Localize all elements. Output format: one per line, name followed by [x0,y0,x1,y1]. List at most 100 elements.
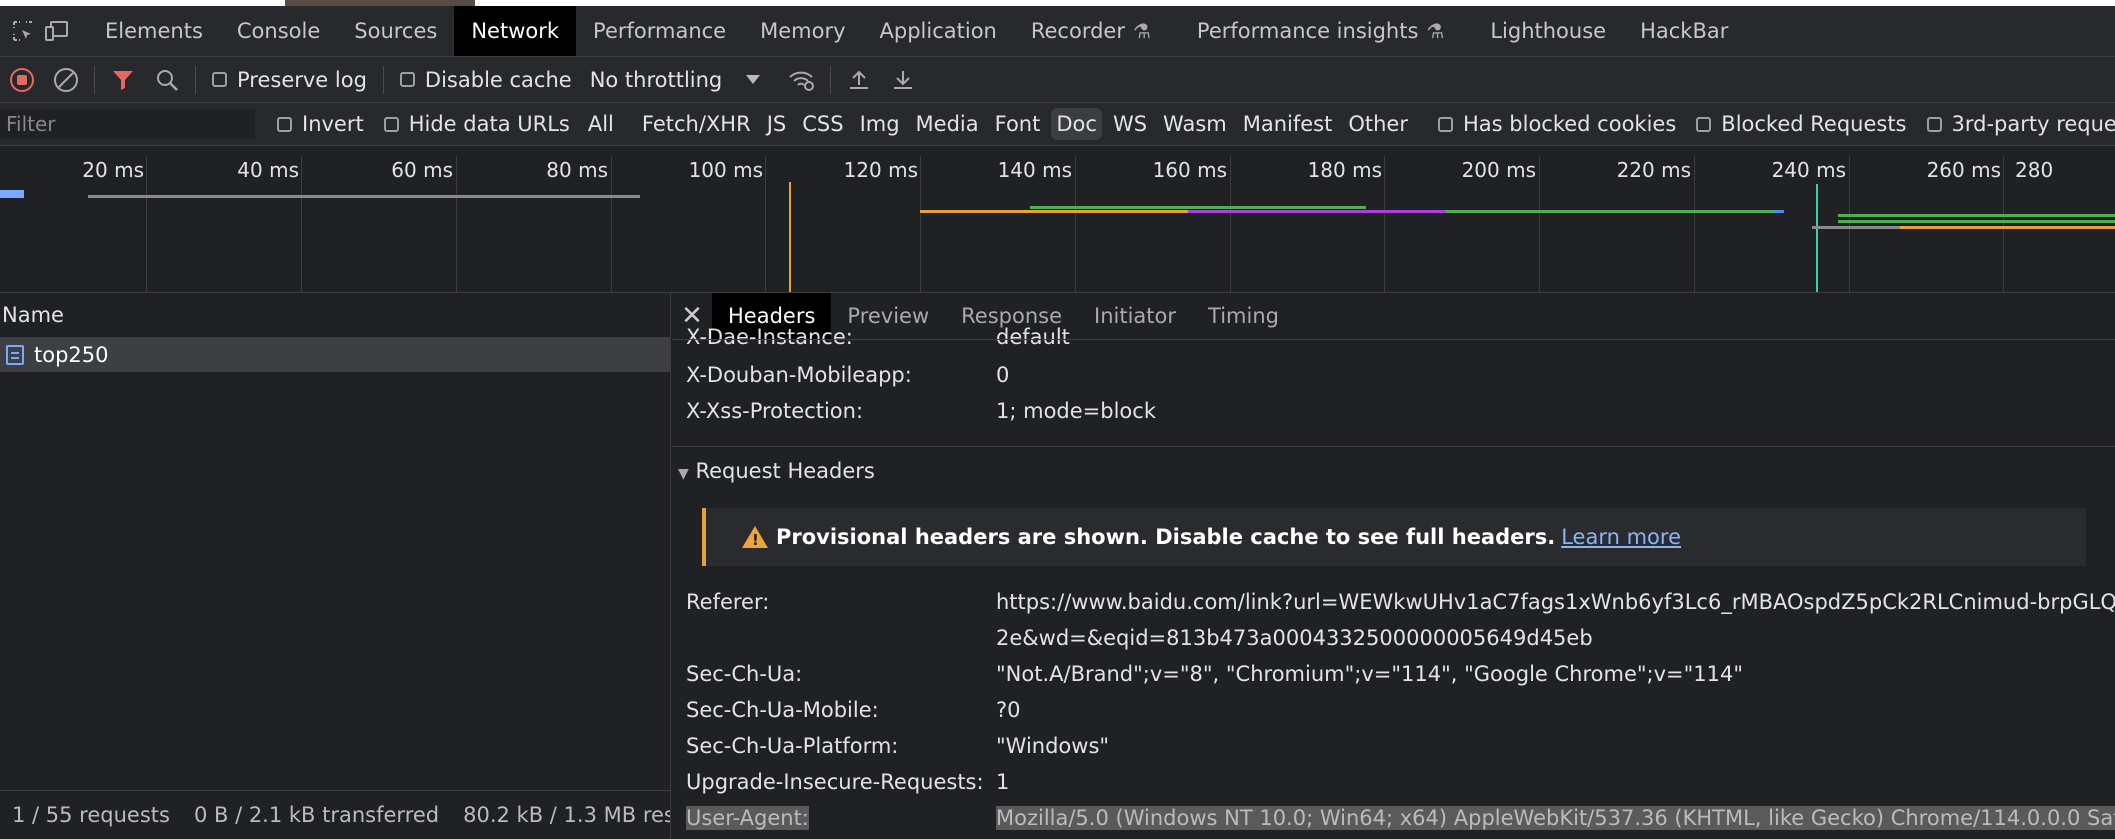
toolbar-divider [195,65,196,94]
tab-memory[interactable]: Memory [743,6,862,56]
checkbox-box[interactable] [383,116,399,132]
tabbar-underline [672,339,2115,340]
has-blocked-cookies-checkbox[interactable]: Has blocked cookies [1438,112,1676,136]
tab-console[interactable]: Console [220,6,337,56]
flask-icon: ⚗ [1426,19,1445,43]
timeline-tick: 220 ms [1616,158,1691,182]
network-status-bar: 1 / 55 requests 0 B / 2.1 kB transferred… [0,790,670,839]
header-name: Upgrade-Insecure-Requests: [686,770,984,794]
timeline-gridline [146,156,147,292]
filter-type-other[interactable]: Other [1343,108,1413,140]
column-header-name[interactable]: Name [0,293,670,338]
request-row[interactable]: top250 [0,338,670,372]
tab-network[interactable]: Network [454,6,577,56]
request-headers-section-toggle[interactable]: ▼ Request Headers [678,459,875,483]
filter-icon[interactable] [101,58,145,102]
filter-type-img[interactable]: Img [855,108,905,140]
filter-type-media[interactable]: Media [911,108,984,140]
timeline-tick: 240 ms [1771,158,1846,182]
tab-performance-insights-label: Performance insights [1196,19,1419,43]
blocked-requests-checkbox[interactable]: Blocked Requests [1696,112,1907,136]
filter-input[interactable] [0,109,255,139]
search-icon[interactable] [145,58,189,102]
record-stop-icon[interactable] [0,58,44,102]
checkbox-box[interactable] [399,72,415,87]
third-party-requests-checkbox[interactable]: 3rd-party requests [1926,112,2115,136]
filter-type-ws[interactable]: WS [1108,108,1152,140]
timeline-tick: 280 [2015,158,2054,182]
filter-type-font[interactable]: Font [990,108,1046,140]
header-value: https://www.baidu.com/link?url=WEWkwUHv1… [996,590,2115,614]
checkbox-box[interactable] [277,116,292,132]
timeline-tick: 140 ms [997,158,1072,182]
header-value: 1; mode=block [996,399,1156,423]
timeline-marker [1816,184,1818,292]
timeline-bar [1446,210,1774,213]
tab-initiator[interactable]: Initiator [1078,293,1192,339]
filter-type-js[interactable]: JS [762,108,792,140]
detail-tabbar: ✕ Headers Preview Response Initiator Tim… [672,293,2115,340]
learn-more-link[interactable]: Learn more [1561,525,1681,549]
import-har-icon[interactable] [837,58,881,102]
device-toolbar-icon[interactable] [40,14,74,48]
filter-type-all[interactable]: All [583,108,619,140]
checkbox-box[interactable] [1696,116,1712,132]
filter-type-manifest[interactable]: Manifest [1238,108,1338,140]
timeline-tick: 260 ms [1926,158,2001,182]
timeline-gridline [920,156,921,292]
invert-checkbox[interactable]: Invert [277,112,364,136]
hide-data-urls-checkbox[interactable]: Hide data URLs [383,112,570,136]
document-icon [6,345,24,365]
filter-type-doc[interactable]: Doc [1051,108,1102,140]
tab-elements[interactable]: Elements [88,6,220,56]
provisional-warning-text: Provisional headers are shown. Disable c… [776,525,1556,549]
checkbox-box[interactable] [212,72,227,87]
tab-sources[interactable]: Sources [337,6,454,56]
timeline-overview[interactable]: 20 ms 40 ms 60 ms 80 ms 100 ms 120 ms 14… [0,146,2115,293]
timeline-gridline [1384,156,1385,292]
timeline-bar [1838,220,2115,223]
header-name: Sec-Ch-Ua-Mobile: [686,698,879,722]
throttling-select[interactable]: No throttling [590,68,781,92]
tab-hackbar[interactable]: HackBar [1623,6,1745,56]
tab-application[interactable]: Application [863,6,1014,56]
tab-performance-insights[interactable]: Performance insights ⚗ [1180,6,1461,56]
timeline-bar [1812,226,1900,229]
timeline-tick: 20 ms [82,158,144,182]
timeline-tick: 200 ms [1461,158,1536,182]
timeline-bar [1838,214,2115,217]
network-conditions-icon[interactable] [780,58,824,102]
disable-cache-checkbox[interactable]: Disable cache [399,67,572,92]
network-toolbar: Preserve log Disable cache No throttling [0,57,2115,103]
timeline-marker [789,182,791,292]
preserve-log-checkbox[interactable]: Preserve log [212,68,367,92]
disable-cache-label: Disable cache [424,67,572,92]
inspect-element-icon[interactable] [6,14,40,48]
checkbox-box[interactable] [1438,116,1453,132]
export-har-icon[interactable] [881,58,925,102]
header-name: Referer: [686,590,770,614]
timeline-gridline [1230,156,1231,292]
tab-recorder[interactable]: Recorder ⚗ [1014,6,1168,56]
filter-type-css[interactable]: CSS [797,108,848,140]
request-headers-title: Request Headers [695,459,875,483]
filter-type-fetch-xhr[interactable]: Fetch/XHR [637,108,756,140]
header-value: 1 [996,770,1010,794]
timeline-bar [1188,210,1446,213]
timeline-tick: 180 ms [1307,158,1382,182]
timeline-tick: 160 ms [1152,158,1227,182]
tab-timing[interactable]: Timing [1192,293,1295,339]
header-value: ?0 [996,698,1021,722]
timeline-gridline [1075,156,1076,292]
header-name: User-Agent: [686,806,809,830]
filter-type-wasm[interactable]: Wasm [1158,108,1232,140]
checkbox-box[interactable] [1926,116,1942,132]
header-name: X-Xss-Protection: [686,399,864,423]
tab-performance[interactable]: Performance [576,6,743,56]
clear-icon[interactable] [44,58,88,102]
tab-lighthouse[interactable]: Lighthouse [1473,6,1623,56]
invert-label: Invert [302,112,364,136]
timeline-tick: 40 ms [237,158,299,182]
devtools-tabbar: Elements Console Sources Network Perform… [0,6,2115,57]
timeline-tick: 80 ms [546,158,608,182]
